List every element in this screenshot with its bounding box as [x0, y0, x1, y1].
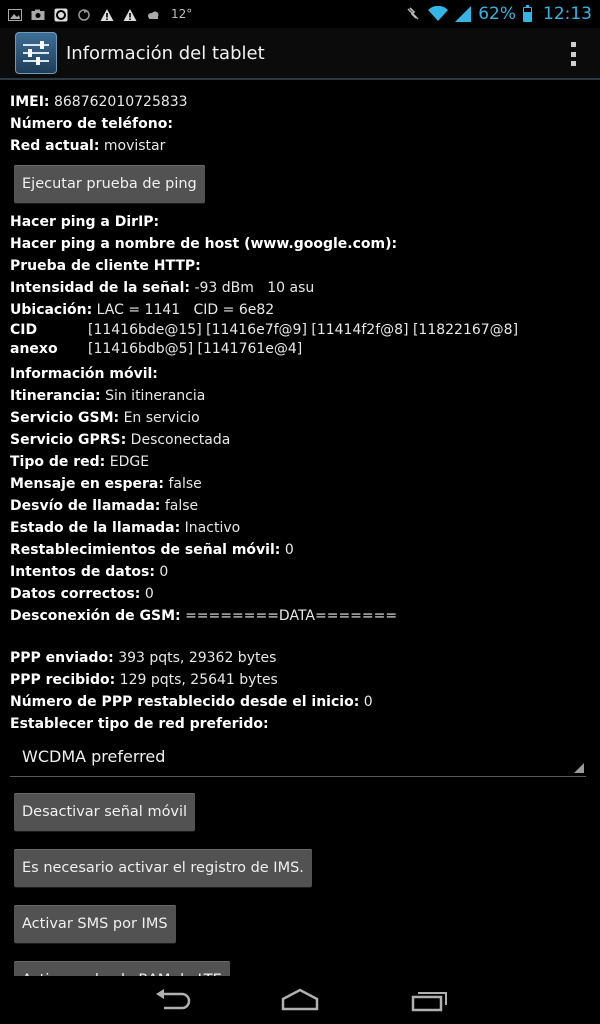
- neighboring-cid-row: CID anexo [11416bde@15] [11416e7f@9] [11…: [10, 322, 519, 357]
- gallery-notification-icon: [8, 7, 22, 21]
- ims-registration-button[interactable]: Es necesario activar el registro de IMS.: [14, 849, 312, 887]
- app-notification-icon: [54, 7, 68, 22]
- clock: 12:13: [543, 4, 592, 24]
- overflow-menu-icon[interactable]: [566, 42, 580, 66]
- network-type-row: Tipo de red: EDGE: [10, 454, 150, 470]
- back-icon[interactable]: [152, 988, 192, 1012]
- location-row: Ubicación: LAC = 1141 CID = 6e82: [10, 302, 275, 318]
- disable-radio-button[interactable]: Desactivar señal móvil: [14, 793, 196, 831]
- ping-host-row: Hacer ping a nombre de host (www.google.…: [10, 236, 398, 252]
- signal-bars-icon: [455, 6, 472, 22]
- phone-number-row: Número de teléfono:: [10, 116, 173, 132]
- ppp-resets-row: Número de PPP restablecido desde el inic…: [10, 694, 373, 710]
- battery-percent: 62%: [478, 4, 516, 24]
- gsm-disconnect-row: Desconexión de GSM: ========DATA=======: [10, 608, 398, 624]
- call-state-row: Estado de la llamada: Inactivo: [10, 520, 241, 536]
- home-icon[interactable]: [280, 988, 320, 1012]
- ppp-received-row: PPP recibido: 129 pqts, 25641 bytes: [10, 672, 278, 688]
- camera-notification-icon: [31, 7, 45, 21]
- current-network-row: Red actual: movistar: [10, 138, 166, 154]
- radio-info-list: IMEI: 868762010725833 Número de teléfono…: [10, 91, 590, 1017]
- call-forward-row: Desvío de llamada: false: [10, 498, 199, 514]
- http-client-test-row: Prueba de cliente HTTP:: [10, 258, 201, 274]
- gsm-service-row: Servicio GSM: En servicio: [10, 410, 200, 426]
- wifi-icon: [428, 5, 449, 22]
- action-bar: Información del tablet: [0, 28, 600, 80]
- weather-cloud-icon: [146, 7, 160, 21]
- warning-icon: [100, 7, 114, 21]
- recent-apps-icon[interactable]: [410, 988, 450, 1012]
- gprs-service-row: Servicio GPRS: Desconectada: [10, 432, 231, 448]
- ppp-sent-row: PPP enviado: 393 pqts, 29362 bytes: [10, 650, 277, 666]
- warning-icon: [123, 7, 137, 21]
- sms-over-ims-button[interactable]: Activar SMS por IMS: [14, 905, 176, 943]
- spinner-selected-value: WCDMA preferred: [22, 747, 166, 766]
- imei-row: IMEI: 868762010725833: [10, 94, 188, 110]
- mute-icon: [405, 6, 421, 22]
- navigation-bar: [0, 976, 600, 1024]
- mobile-info-row: Información móvil:: [10, 366, 158, 382]
- preferred-network-row: Establecer tipo de red preferido:: [10, 716, 269, 732]
- dropdown-arrow-icon: [574, 763, 584, 773]
- message-waiting-row: Mensaje en espera: false: [10, 476, 202, 492]
- preferred-network-spinner[interactable]: WCDMA preferred: [10, 739, 586, 777]
- battery-icon: [523, 4, 532, 22]
- sync-notification-icon: [77, 7, 91, 21]
- settings-sliders-icon[interactable]: [15, 32, 57, 74]
- signal-resets-row: Restablecimientos de señal móvil: 0: [10, 542, 294, 558]
- data-success-row: Datos correctos: 0: [10, 586, 154, 602]
- status-bar: 12° 62% 12:13: [0, 0, 600, 28]
- temperature-text: 12°: [171, 7, 193, 21]
- ping-test-button[interactable]: Ejecutar prueba de ping: [14, 165, 205, 203]
- cid-line: [11416bdb@5] [1141761e@4]: [88, 341, 303, 357]
- page-title: Información del tablet: [66, 42, 265, 64]
- data-attempts-row: Intentos de datos: 0: [10, 564, 169, 580]
- ping-ip-row: Hacer ping a DirIP:: [10, 214, 160, 230]
- cid-line: [11416bde@15] [11416e7f@9] [11414f2f@8] …: [88, 322, 519, 338]
- roaming-row: Itinerancia: Sin itinerancia: [10, 388, 206, 404]
- signal-strength-row: Intensidad de la señal: -93 dBm 10 asu: [10, 280, 315, 296]
